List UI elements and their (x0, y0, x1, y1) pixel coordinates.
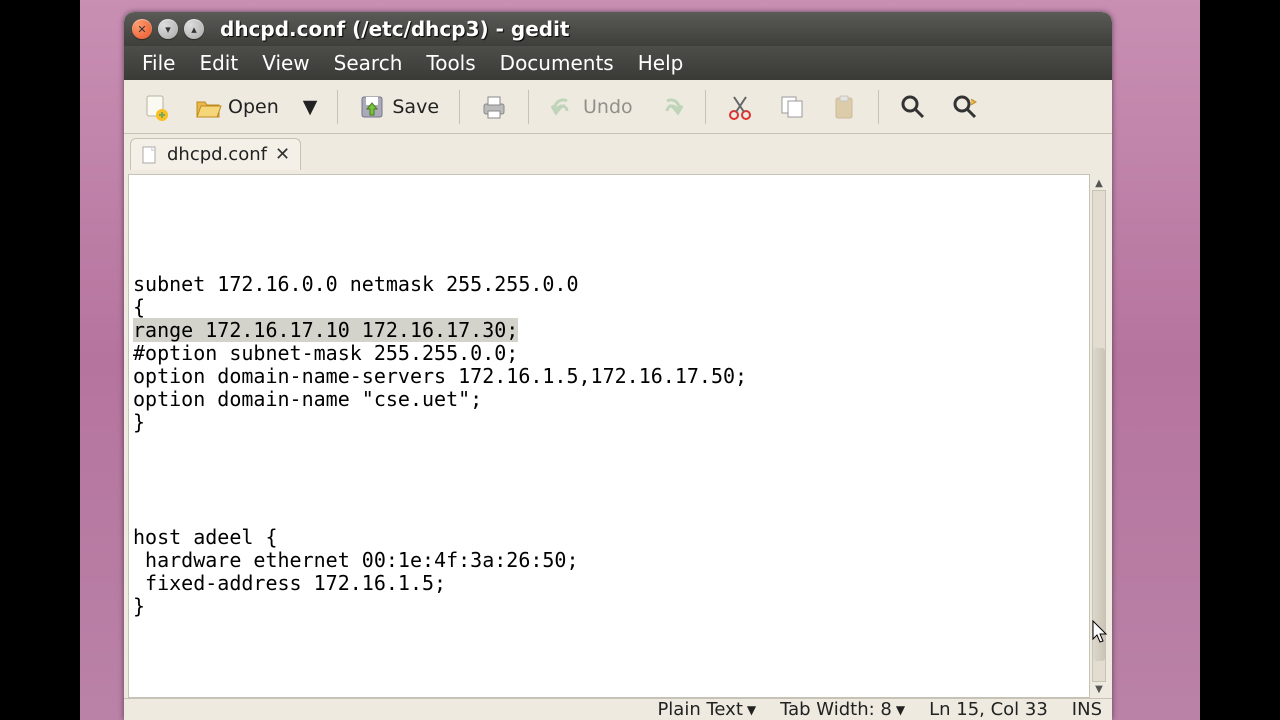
titlebar[interactable]: ✕ ▾ ▴ dhcpd.conf (/etc/dhcp3) - gedit (124, 12, 1112, 46)
new-file-button[interactable] (134, 89, 178, 125)
undo-button[interactable]: Undo (541, 89, 641, 125)
window-minimize-button[interactable]: ▾ (158, 19, 178, 39)
window-title: dhcpd.conf (/etc/dhcp3) - gedit (220, 17, 570, 41)
open-label: Open (228, 96, 279, 118)
menu-search[interactable]: Search (324, 49, 413, 77)
new-file-icon (142, 93, 170, 121)
redo-button[interactable] (649, 89, 693, 125)
scroll-down-icon[interactable]: ▼ (1092, 682, 1106, 696)
open-icon (194, 93, 222, 121)
editor-text-post: #option subnet-mask 255.255.0.0; option … (133, 341, 747, 618)
text-editor[interactable]: subnet 172.16.0.0 netmask 255.255.0.0 { … (128, 174, 1090, 698)
toolbar: Open ▼ Save Undo (124, 80, 1112, 134)
editor-text-pre: subnet 172.16.0.0 netmask 255.255.0.0 { (133, 272, 579, 319)
save-label: Save (392, 96, 439, 118)
paste-icon (830, 93, 858, 121)
menu-edit[interactable]: Edit (189, 49, 248, 77)
scroll-track[interactable] (1092, 190, 1106, 682)
undo-icon (549, 93, 577, 121)
find-replace-icon (951, 93, 979, 121)
menu-help[interactable]: Help (628, 49, 694, 77)
tab-close-icon[interactable]: ✕ (275, 144, 290, 165)
save-button[interactable]: Save (350, 89, 447, 125)
find-button[interactable] (891, 89, 935, 125)
toolbar-separator (459, 90, 460, 124)
save-icon (358, 93, 386, 121)
chevron-down-icon: ▼ (303, 96, 318, 118)
replace-button[interactable] (943, 89, 987, 125)
status-tabwidth[interactable]: Tab Width: 8 ▼ (780, 699, 905, 720)
toolbar-separator (337, 90, 338, 124)
window-close-button[interactable]: ✕ (132, 19, 152, 39)
open-button[interactable]: Open (186, 89, 287, 125)
vertical-scrollbar[interactable]: ▲ ▼ (1090, 174, 1108, 698)
copy-button[interactable] (770, 89, 814, 125)
gedit-window: ✕ ▾ ▴ dhcpd.conf (/etc/dhcp3) - gedit Fi… (124, 12, 1112, 720)
window-maximize-button[interactable]: ▴ (184, 19, 204, 39)
editor-area: subnet 172.16.0.0 netmask 255.255.0.0 { … (124, 170, 1112, 698)
menu-documents[interactable]: Documents (490, 49, 624, 77)
chevron-down-icon: ▼ (896, 703, 905, 717)
status-cursor-position: Ln 15, Col 33 (929, 699, 1048, 720)
status-language[interactable]: Plain Text ▼ (657, 699, 756, 720)
toolbar-separator (878, 90, 879, 124)
undo-label: Undo (583, 96, 633, 118)
menubar: File Edit View Search Tools Documents He… (124, 46, 1112, 80)
tab-label: dhcpd.conf (167, 144, 267, 165)
scroll-thumb[interactable] (1093, 348, 1105, 662)
search-icon (899, 93, 927, 121)
status-insert-mode: INS (1072, 699, 1102, 720)
chevron-down-icon: ▼ (747, 703, 756, 717)
print-icon (480, 93, 508, 121)
toolbar-separator (528, 90, 529, 124)
menu-view[interactable]: View (252, 49, 319, 77)
scroll-up-icon[interactable]: ▲ (1092, 176, 1106, 190)
open-dropdown-button[interactable]: ▼ (295, 92, 326, 122)
menu-file[interactable]: File (132, 49, 185, 77)
toolbar-separator (705, 90, 706, 124)
editor-text-highlighted: range 172.16.17.10 172.16.17.30; (133, 318, 518, 342)
tab-dhcpd-conf[interactable]: dhcpd.conf ✕ (130, 138, 301, 170)
menu-tools[interactable]: Tools (416, 49, 485, 77)
redo-icon (657, 93, 685, 121)
paste-button[interactable] (822, 89, 866, 125)
cut-button[interactable] (718, 89, 762, 125)
cut-icon (726, 93, 754, 121)
copy-icon (778, 93, 806, 121)
statusbar: Plain Text ▼ Tab Width: 8 ▼ Ln 15, Col 3… (124, 698, 1112, 720)
document-icon (141, 146, 159, 164)
tabbar: dhcpd.conf ✕ (124, 134, 1112, 170)
print-button[interactable] (472, 89, 516, 125)
